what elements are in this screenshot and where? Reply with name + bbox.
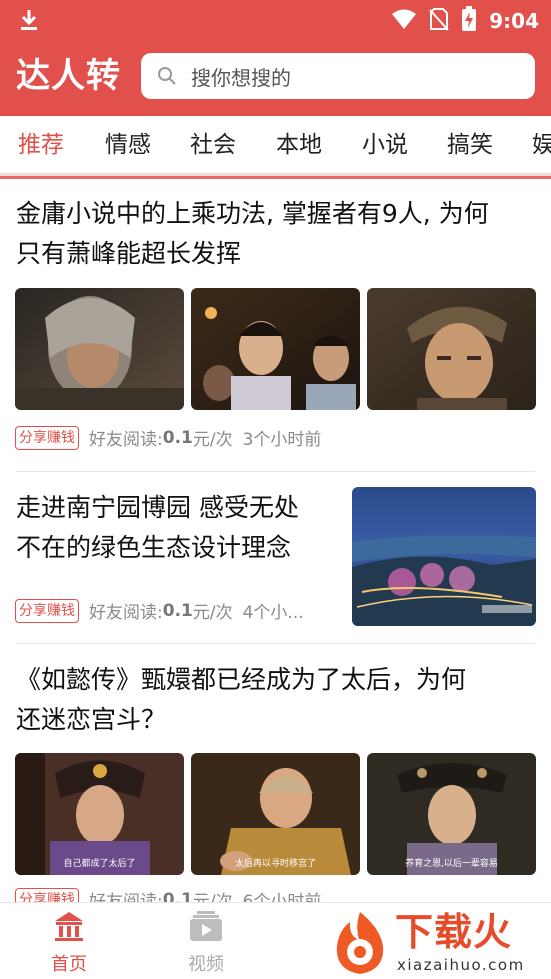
tab-novel[interactable]: 小说 [362,130,408,160]
publish-time: 4个小... [242,603,304,623]
home-icon [52,912,86,948]
thumbnail-image: 自己都成了太后了 [15,753,184,875]
nav-label: 视频 [188,954,224,975]
nav-video[interactable]: 视频 [166,909,246,976]
article-meta: 分享赚钱 好友阅读: 0.1 元/次 6个小时前 [15,887,321,902]
title-line: 只有萧峰能超长发挥 [16,239,242,268]
app-logo-text: 达人转 [16,56,121,96]
video-subtitle: 养育之恩,以后一辈容易 [405,859,498,869]
article-meta: 分享赚钱 好友阅读: 0.1 元/次 3个小时前 [15,425,321,450]
title-line: 《如懿传》甄嬛都已经成为了太后，为何 [16,665,467,694]
article-card[interactable]: 金庸小说中的上乘功法, 掌握者有9人, 为何 只有萧峰能超长发挥 分享赚钱 好友… [0,180,551,470]
article-card[interactable]: 走进南宁园博园 感受无处 不在的绿色生态设计理念 分享赚钱 好友阅读: 0.1 … [0,472,551,642]
title-line: 金庸小说中的上乘功法, 掌握者有9人, 为何 [16,199,489,228]
reward-suffix: 元/次 [192,430,233,450]
reward-suffix: 元/次 [192,892,233,902]
share-earn-badge[interactable]: 分享赚钱 [15,598,79,623]
tab-funny[interactable]: 搞笑 [447,130,493,160]
video-icon [188,911,224,948]
video-subtitle: 太后再以寻时移宫了 [234,859,316,869]
share-earn-badge[interactable]: 分享赚钱 [15,887,79,902]
tab-society[interactable]: 社会 [190,130,236,160]
video-subtitle: 自己都成了太后了 [63,859,136,869]
wifi-icon [391,8,417,34]
app-header: 达人转 搜你想搜的 [0,40,551,116]
reward-prefix: 好友阅读: [89,603,163,623]
article-card[interactable]: 《如懿传》甄嬛都已经成为了太后，为何 还迷恋宫斗？ 自己都成了太后了 太后再以寻… [0,644,551,902]
reward-prefix: 好友阅读: [89,892,163,902]
reward-prefix: 好友阅读: [89,430,163,450]
thumbnail-image [15,288,184,410]
thumbnail-image [352,487,536,626]
watermark-url: xiazaihuo.com [397,956,525,974]
title-line: 不在的绿色生态设计理念 [16,533,292,562]
search-icon [157,66,177,86]
status-bar: 9:04 [0,0,551,40]
search-placeholder: 搜你想搜的 [191,65,291,90]
category-tabs: 推荐 情感 社会 本地 小说 搞笑 娱 [0,116,551,176]
nav-label: 首页 [51,954,87,975]
publish-time: 6个小时前 [242,892,322,902]
clock: 9:04 [489,9,539,33]
battery-charging-icon [461,6,477,36]
thumbnail-image: 养育之恩,以后一辈容易 [367,753,536,875]
site-watermark: 下载火 xiazaihuo.com [325,906,551,979]
nav-home[interactable]: 首页 [29,909,109,976]
title-line: 还迷恋宫斗？ [16,705,167,734]
thumbnail-image [191,288,360,410]
article-title: 走进南宁园博园 感受无处 不在的绿色生态设计理念 [16,488,299,568]
tab-indicator [0,176,551,179]
flame-logo-icon [336,912,384,974]
reward-value: 0.1 [162,427,193,448]
tab-recommend[interactable]: 推荐 [18,130,64,160]
article-title: 《如懿传》甄嬛都已经成为了太后，为何 还迷恋宫斗？ [16,660,466,740]
download-icon [18,8,40,36]
share-earn-badge[interactable]: 分享赚钱 [15,425,79,450]
tab-emotion[interactable]: 情感 [105,130,151,160]
tab-local[interactable]: 本地 [276,130,322,160]
publish-time: 3个小时前 [242,430,322,450]
tab-entertainment[interactable]: 娱 [532,130,551,160]
thumbnail-image: 太后再以寻时移宫了 [191,753,360,875]
thumbnail-row: 自己都成了太后了 太后再以寻时移宫了 养育之恩,以后一辈容易 [15,753,536,875]
reward-value: 0.1 [162,600,193,621]
reward-value: 0.1 [162,889,193,903]
watermark-text: 下载火 [395,910,513,954]
article-meta: 分享赚钱 好友阅读: 0.1 元/次 4个小... [15,598,304,623]
article-title: 金庸小说中的上乘功法, 掌握者有9人, 为何 只有萧峰能超长发挥 [16,194,489,274]
title-line: 走进南宁园博园 感受无处 [16,493,299,522]
reward-suffix: 元/次 [192,603,233,623]
thumbnail-row [15,288,536,410]
search-input[interactable]: 搜你想搜的 [141,53,535,99]
no-sim-icon [429,7,449,35]
thumbnail-image [367,288,536,410]
